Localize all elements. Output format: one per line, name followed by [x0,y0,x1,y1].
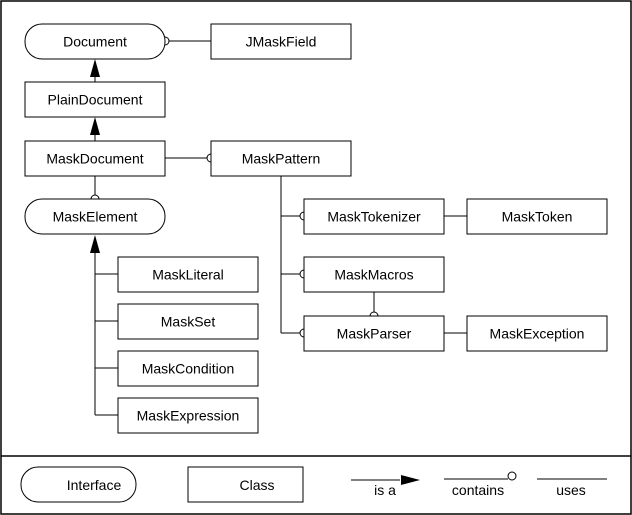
node-mask-parser: MaskParser [303,315,445,352]
node-mask-tokenizer: MaskTokenizer [303,198,445,235]
node-document: Document [24,23,166,60]
node-mask-expression: MaskExpression [117,397,259,434]
node-mask-condition: MaskCondition [117,350,259,387]
node-label: MaskPattern [242,151,321,167]
node-label: MaskMacros [334,267,413,283]
node-label: MaskDocument [46,151,143,167]
node-mask-pattern: MaskPattern [210,140,352,177]
legend-interface-label: Interface [67,477,122,493]
node-mask-document: MaskDocument [24,140,166,177]
node-label: MaskSet [161,314,216,330]
legend-class-label: Class [239,477,274,493]
node-label: MaskExpression [137,408,240,424]
node-label: PlainDocument [48,92,143,108]
node-mask-exception: MaskException [466,315,608,352]
legend-contains-circle-icon [507,471,517,481]
node-mask-element: MaskElement [24,198,166,235]
node-mask-macros: MaskMacros [303,256,445,293]
node-label: Document [63,34,127,50]
node-label: JMaskField [246,34,317,50]
node-mask-token: MaskToken [466,198,608,235]
node-label: MaskParser [337,326,412,342]
node-jmask-field: JMaskField [210,23,352,60]
node-label: MaskException [490,326,585,342]
node-label: MaskLiteral [152,267,224,283]
node-plain-document: PlainDocument [24,81,166,118]
node-mask-literal: MaskLiteral [117,256,259,293]
class-diagram: Document JMaskField PlainDocument MaskDocum… [0,0,632,515]
legend-uses-label: uses [556,482,586,498]
node-mask-set: MaskSet [117,303,259,340]
legend-is-a-label: is a [374,482,396,498]
node-label: MaskElement [53,209,138,225]
node-label: MaskTokenizer [327,209,421,225]
legend-contains-label: contains [452,482,504,498]
node-label: MaskCondition [142,361,235,377]
node-label: MaskToken [502,209,573,225]
